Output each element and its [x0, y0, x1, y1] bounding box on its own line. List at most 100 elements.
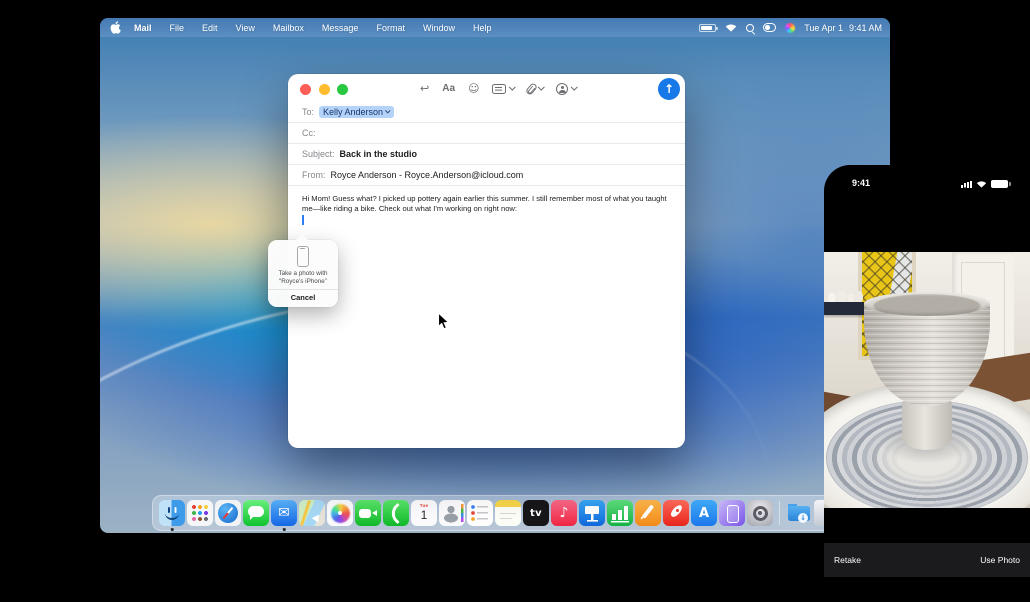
from-label: From:	[302, 170, 326, 180]
emoji-icon[interactable]: ☺	[468, 82, 479, 95]
dock-finder-icon[interactable]	[159, 500, 185, 526]
insert-from-iphone-button[interactable]	[556, 83, 577, 95]
to-field[interactable]: To: Kelly Anderson	[288, 102, 685, 123]
recipient-token[interactable]: Kelly Anderson	[319, 106, 394, 118]
menu-item-format[interactable]: Format	[367, 23, 414, 33]
dock-downloads-icon[interactable]: ↓	[786, 500, 812, 526]
iphone-outline-icon	[297, 246, 309, 267]
text-cursor	[302, 215, 304, 225]
wifi-icon[interactable]	[725, 23, 737, 32]
menu-item-edit[interactable]: Edit	[193, 23, 227, 33]
dock-mail-icon[interactable]: ✉	[271, 500, 297, 526]
cc-label: Cc:	[302, 128, 316, 138]
message-body[interactable]: Hi Mom! Guess what? I picked up pottery …	[302, 194, 676, 213]
insert-person-icon	[556, 83, 568, 95]
photo-clay-bowl-rim	[864, 292, 990, 316]
chevron-down-icon	[510, 84, 516, 90]
dock-numbers-icon[interactable]	[607, 500, 633, 526]
dock-phone-icon[interactable]	[383, 500, 409, 526]
dock-pages-icon[interactable]	[635, 500, 661, 526]
to-label: To:	[302, 107, 314, 117]
dock-iphone-mirroring-icon[interactable]	[719, 500, 745, 526]
dock-tv-icon[interactable]: tv	[523, 500, 549, 526]
dock-maps-icon[interactable]	[299, 500, 325, 526]
menu-item-mailbox[interactable]: Mailbox	[264, 23, 313, 33]
recipient-name: Kelly Anderson	[323, 107, 383, 117]
iphone-clock: 9:41	[852, 178, 870, 188]
subject-field[interactable]: Subject: Back in the studio	[288, 144, 685, 165]
menu-item-file[interactable]: File	[161, 23, 194, 33]
dock-safari-icon[interactable]	[215, 500, 241, 526]
iphone-screen: 9:41 Retake Use Photo	[824, 165, 1030, 602]
cancel-button[interactable]: Cancel	[268, 290, 338, 305]
dock-music-icon[interactable]: ♪	[551, 500, 577, 526]
cc-field[interactable]: Cc:	[288, 123, 685, 144]
battery-icon	[991, 180, 1008, 188]
use-photo-button[interactable]: Use Photo	[980, 543, 1020, 577]
dock-contacts-icon[interactable]	[439, 500, 465, 526]
undo-icon[interactable]: ↩	[420, 82, 429, 95]
dock-launchpad-icon[interactable]	[187, 500, 213, 526]
compose-toolbar: ↩ Aa ☺	[420, 80, 577, 97]
menu-items: MailFileEditViewMailboxMessageFormatWind…	[125, 23, 501, 33]
from-field[interactable]: From: Royce Anderson - Royce.Anderson@ic…	[288, 165, 685, 186]
dock-calendar-icon[interactable]: Tue1	[411, 500, 437, 526]
dock-appstore-icon[interactable]: A	[691, 500, 717, 526]
paperclip-icon	[525, 82, 538, 96]
menu-item-window[interactable]: Window	[414, 23, 464, 33]
window-controls	[300, 84, 348, 95]
chevron-down-icon	[572, 84, 578, 90]
menu-item-message[interactable]: Message	[313, 23, 368, 33]
dock-photos-icon[interactable]	[327, 500, 353, 526]
wifi-icon	[976, 180, 987, 188]
photo-pot-foot	[902, 400, 952, 450]
dock-facetime-icon[interactable]	[355, 500, 381, 526]
battery-icon[interactable]	[699, 24, 716, 32]
dock-notes-icon[interactable]	[495, 500, 521, 526]
dock: ✉ Tue1 tv♪ A ↓	[152, 495, 847, 531]
subject-value: Back in the studio	[340, 149, 418, 159]
siri-icon[interactable]	[785, 23, 795, 33]
dock-divider	[779, 501, 780, 525]
dock-keynote-icon[interactable]	[579, 500, 605, 526]
menu-bar-clock[interactable]: Tue Apr 1 9:41 AM	[804, 23, 882, 33]
dock-rocket-icon[interactable]	[663, 500, 689, 526]
camera-action-bar: Retake Use Photo	[824, 543, 1030, 577]
menu-bar-date: Tue Apr 1	[804, 23, 843, 33]
header-fields-button[interactable]	[492, 84, 515, 94]
popup-line1: Take a photo with	[268, 270, 338, 278]
media-browser-icon	[492, 84, 506, 94]
photo-shelf	[824, 302, 864, 315]
cellular-signal-icon	[961, 181, 972, 188]
zoom-button[interactable]	[337, 84, 348, 95]
chevron-down-icon	[538, 84, 544, 90]
subject-label: Subject:	[302, 149, 335, 159]
apple-menu-icon[interactable]	[110, 21, 121, 34]
dock-reminders-icon[interactable]	[467, 500, 493, 526]
format-button[interactable]: Aa	[442, 83, 455, 94]
popup-message: Take a photo with “Royce's iPhone”	[268, 270, 338, 285]
mouse-cursor	[437, 312, 450, 331]
retake-button[interactable]: Retake	[834, 543, 861, 577]
menu-item-mail[interactable]: Mail	[125, 23, 161, 33]
control-center-icon[interactable]	[763, 23, 776, 32]
search-icon[interactable]	[746, 24, 754, 32]
close-button[interactable]	[300, 84, 311, 95]
popup-line2: “Royce's iPhone”	[268, 278, 338, 286]
menu-item-help[interactable]: Help	[464, 23, 501, 33]
continuity-camera-popup: Take a photo with “Royce's iPhone” Cance…	[268, 240, 338, 307]
mail-compose-window: ↩ Aa ☺ ↑ To: Kelly Anderson	[288, 74, 685, 448]
chevron-down-icon	[385, 108, 390, 113]
menu-item-view[interactable]: View	[227, 23, 264, 33]
send-button[interactable]: ↑	[658, 78, 680, 100]
attach-button[interactable]	[528, 83, 544, 95]
compose-header-fields: To: Kelly Anderson Cc: Subject: Back in …	[288, 102, 685, 186]
camera-viewfinder-photo	[824, 252, 1030, 508]
dock-messages-icon[interactable]	[243, 500, 269, 526]
dock-settings-icon[interactable]	[747, 500, 773, 526]
stage: MailFileEditViewMailboxMessageFormatWind…	[0, 0, 1030, 602]
menu-bar-status: Tue Apr 1 9:41 AM	[699, 23, 882, 33]
minimize-button[interactable]	[319, 84, 330, 95]
menu-bar-time: 9:41 AM	[849, 23, 882, 33]
from-value: Royce Anderson - Royce.Anderson@icloud.c…	[331, 170, 524, 180]
